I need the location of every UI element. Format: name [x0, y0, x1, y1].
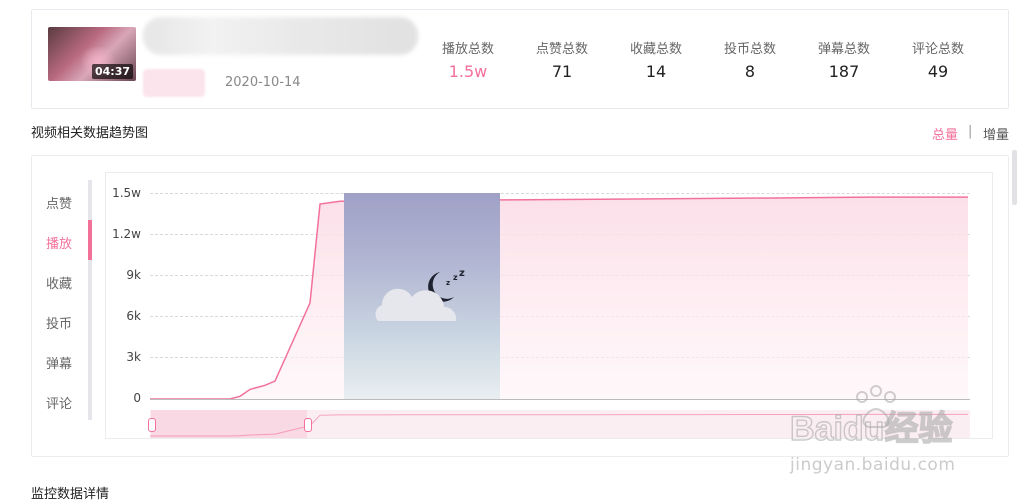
metric-nav-indicator: [88, 220, 92, 260]
y-tick-label: 1.2w: [112, 227, 141, 241]
stat-coins: 投币总数 8: [710, 38, 790, 81]
stat-label: 收藏总数: [629, 42, 682, 57]
stat-plays: 播放总数 1.5w: [428, 38, 508, 81]
video-title-blurred: [143, 17, 418, 55]
watermark-url: jingyan.baidu.com: [790, 455, 956, 475]
stat-label: 点赞总数: [535, 42, 588, 57]
video-owner-blurred: [143, 69, 205, 97]
stat-value: 8: [744, 62, 756, 81]
stat-comments: 评论总数 49: [898, 38, 978, 81]
toggle-increment-button[interactable]: 增量: [983, 124, 1009, 143]
publish-date: 2020-10-14: [225, 75, 301, 90]
metric-tab-comments[interactable]: 评论: [46, 393, 72, 412]
y-tick-label: 1.5w: [112, 186, 141, 200]
svg-text:z: z: [459, 268, 465, 279]
stat-likes: 点赞总数 71: [522, 38, 602, 81]
page-scrollbar[interactable]: [1012, 150, 1017, 205]
y-tick-label: 6k: [126, 309, 141, 323]
stat-favorites: 收藏总数 14: [616, 38, 696, 81]
stat-label: 播放总数: [441, 42, 494, 57]
series-area: [150, 197, 968, 399]
metric-tab-likes[interactable]: 点赞: [46, 193, 72, 212]
svg-text:z: z: [453, 273, 458, 282]
baidu-watermark-logo: Baidu经验: [789, 385, 953, 449]
y-tick-label: 9k: [126, 268, 141, 282]
stat-danmaku: 弹幕总数 187: [804, 38, 884, 81]
svg-text:z: z: [446, 279, 450, 287]
play-trend-chart: [150, 196, 968, 399]
stat-value: 187: [828, 62, 860, 81]
metric-tab-plays[interactable]: 播放: [46, 233, 72, 252]
zoom-slider-left-handle[interactable]: [148, 418, 156, 432]
stat-value: 14: [645, 62, 667, 81]
metric-tab-coins[interactable]: 投币: [46, 313, 72, 332]
metric-nav-track: [88, 180, 92, 420]
stat-value: 71: [551, 62, 573, 81]
y-tick-label: 3k: [126, 350, 141, 364]
stat-value: 1.5w: [448, 62, 488, 81]
metric-tab-danmaku[interactable]: 弹幕: [46, 353, 72, 372]
zoom-slider-right-handle[interactable]: [304, 418, 312, 432]
watermark-logo-text: Baidu经验: [790, 409, 952, 448]
monitor-section-title: 监控数据详情: [31, 487, 110, 502]
zoom-slider-window[interactable]: [151, 410, 307, 438]
y-tick-label: 0: [133, 391, 141, 405]
toggle-total-button[interactable]: 总量: [932, 124, 958, 143]
metric-tab-favorites[interactable]: 收藏: [46, 273, 72, 292]
sleep-overlay: z z z: [344, 193, 500, 399]
toggle-separator: |: [968, 124, 973, 139]
stat-label: 投币总数: [723, 42, 776, 57]
video-thumbnail[interactable]: 04:37: [48, 27, 136, 81]
trend-section-title: 视频相关数据趋势图: [31, 126, 149, 141]
stat-label: 弹幕总数: [817, 42, 870, 57]
stat-label: 评论总数: [911, 42, 964, 57]
video-duration: 04:37: [91, 64, 133, 79]
stat-value: 49: [927, 62, 949, 81]
moon-cloud-icon: z z z: [375, 268, 465, 321]
